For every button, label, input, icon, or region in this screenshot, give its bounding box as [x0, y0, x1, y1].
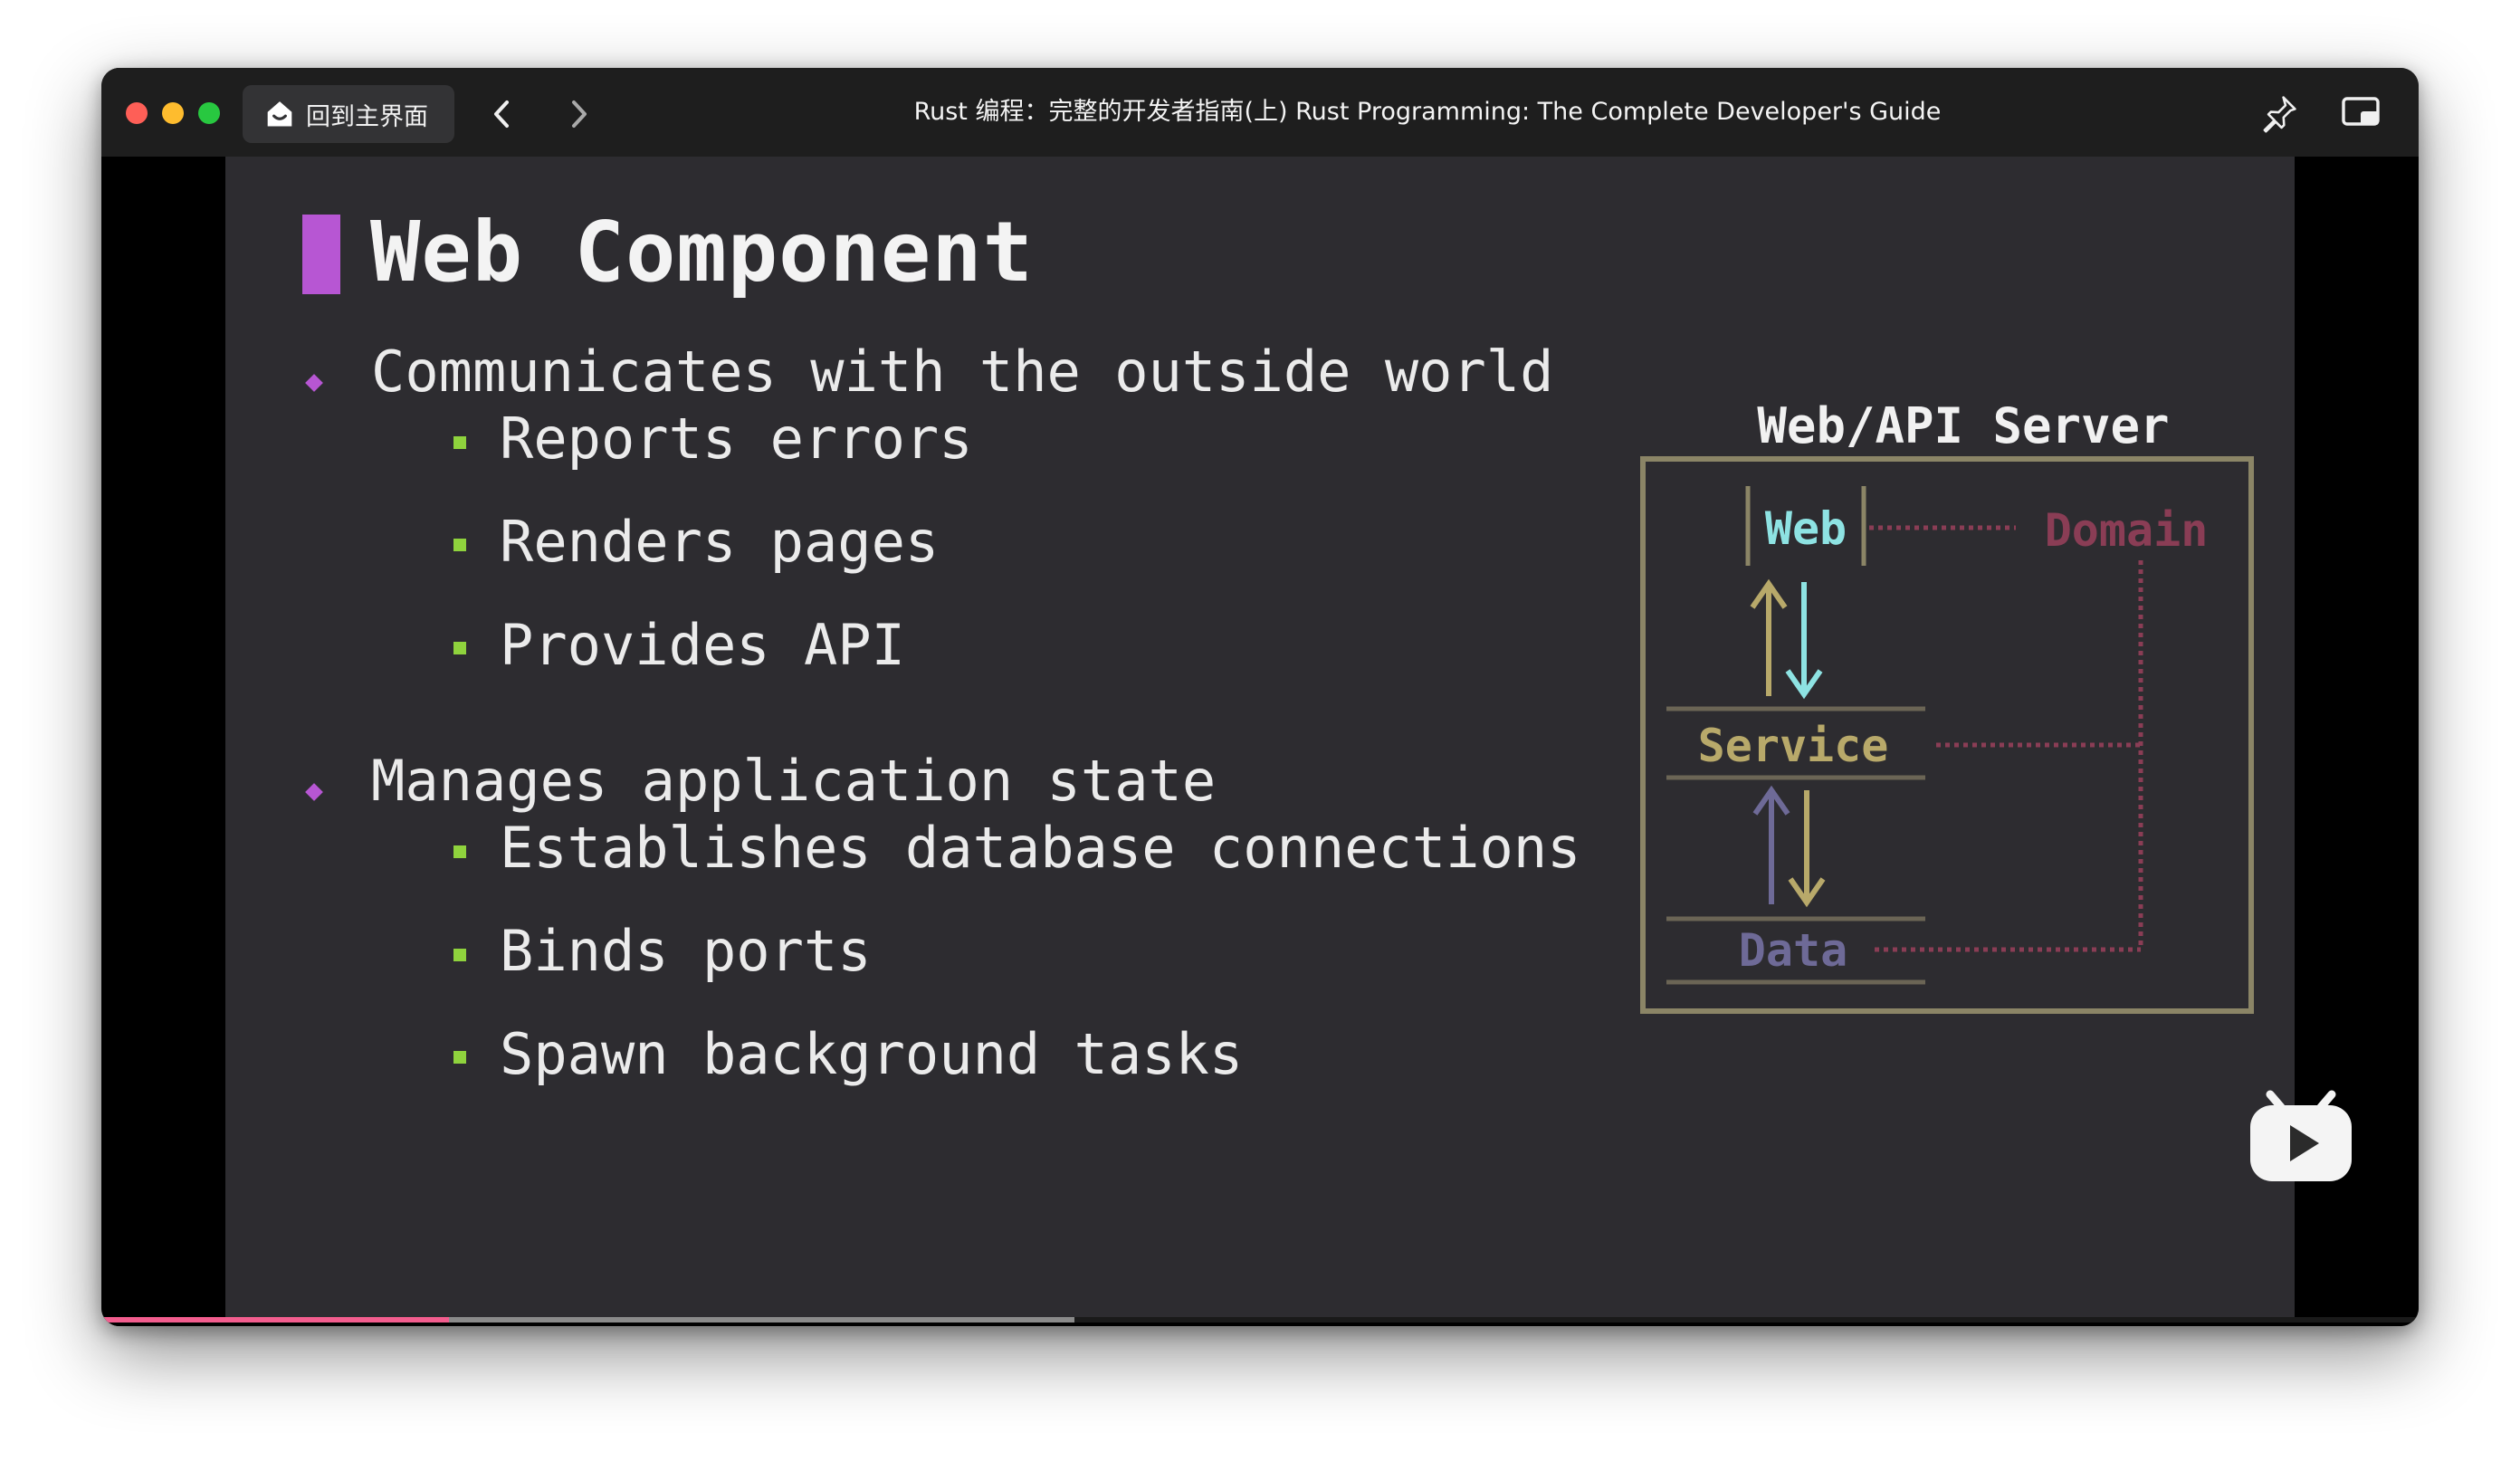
bullet-main: Communicates with the outside world: [371, 339, 1554, 405]
chevron-right-icon: [572, 100, 587, 128]
close-window-button[interactable]: [126, 102, 148, 124]
minimize-window-button[interactable]: [162, 102, 184, 124]
bullet-sub: Reports errors: [500, 406, 973, 472]
window-title: Rust 编程：完整的开发者指南(上) Rust Programming: Th…: [913, 98, 1942, 126]
sub-bullet-square-icon: [453, 642, 466, 654]
bullet-sub: Provides API: [500, 612, 905, 678]
bilibili-tv-icon: [2250, 1090, 2352, 1181]
pin-icon: [2263, 96, 2296, 133]
sub-bullet-square-icon: [453, 845, 466, 858]
progress-bar[interactable]: [101, 1317, 2419, 1323]
bullet-sub: Spawn background tasks: [500, 1021, 1244, 1087]
architecture-diagram: Web Service Data Domain: [1640, 456, 2254, 1014]
domain-label: Domain: [2045, 504, 2209, 557]
video-player-window: 回到主界面 Rust 编程：完整的开发者指南(上) Rust Programmi…: [101, 68, 2419, 1326]
data-layer-label: Data: [1739, 924, 1847, 977]
bullet-sub: Renders pages: [500, 509, 940, 575]
bullet-diamond-icon: [305, 783, 323, 801]
picture-in-picture-button[interactable]: [2334, 88, 2388, 138]
sub-bullet-square-icon: [453, 949, 466, 961]
slide: Web Component Communicates with the outs…: [225, 157, 2295, 1317]
player-logo[interactable]: [2247, 1089, 2355, 1183]
bullet-sub: Binds ports: [500, 918, 872, 984]
service-layer-label: Service: [1698, 720, 1889, 772]
bullet-diamond-icon: [305, 374, 323, 392]
home-button[interactable]: 回到主界面: [243, 85, 454, 143]
pin-button[interactable]: [2254, 88, 2305, 138]
picture-in-picture-icon: [2342, 97, 2380, 126]
back-button[interactable]: [482, 93, 523, 135]
progress-played: [101, 1317, 449, 1323]
title-bar: 回到主界面 Rust 编程：完整的开发者指南(上) Rust Programmi…: [101, 68, 2419, 157]
video-area[interactable]: Web Component Communicates with the outs…: [101, 157, 2419, 1326]
sub-bullet-square-icon: [453, 436, 466, 449]
bullet-main: Manages application state: [371, 748, 1217, 814]
home-icon: [267, 101, 292, 127]
web-layer-label: Web: [1765, 502, 1847, 555]
sub-bullet-square-icon: [453, 1051, 466, 1064]
sub-bullet-square-icon: [453, 539, 466, 551]
title-accent-bar: [302, 215, 340, 294]
chevron-left-icon: [494, 100, 509, 128]
home-button-label: 回到主界面: [306, 102, 428, 131]
zoom-window-button[interactable]: [198, 102, 220, 124]
slide-title: Web Component: [370, 204, 1035, 301]
forward-button[interactable]: [558, 93, 599, 135]
bullet-sub: Establishes database connections: [500, 815, 1581, 881]
